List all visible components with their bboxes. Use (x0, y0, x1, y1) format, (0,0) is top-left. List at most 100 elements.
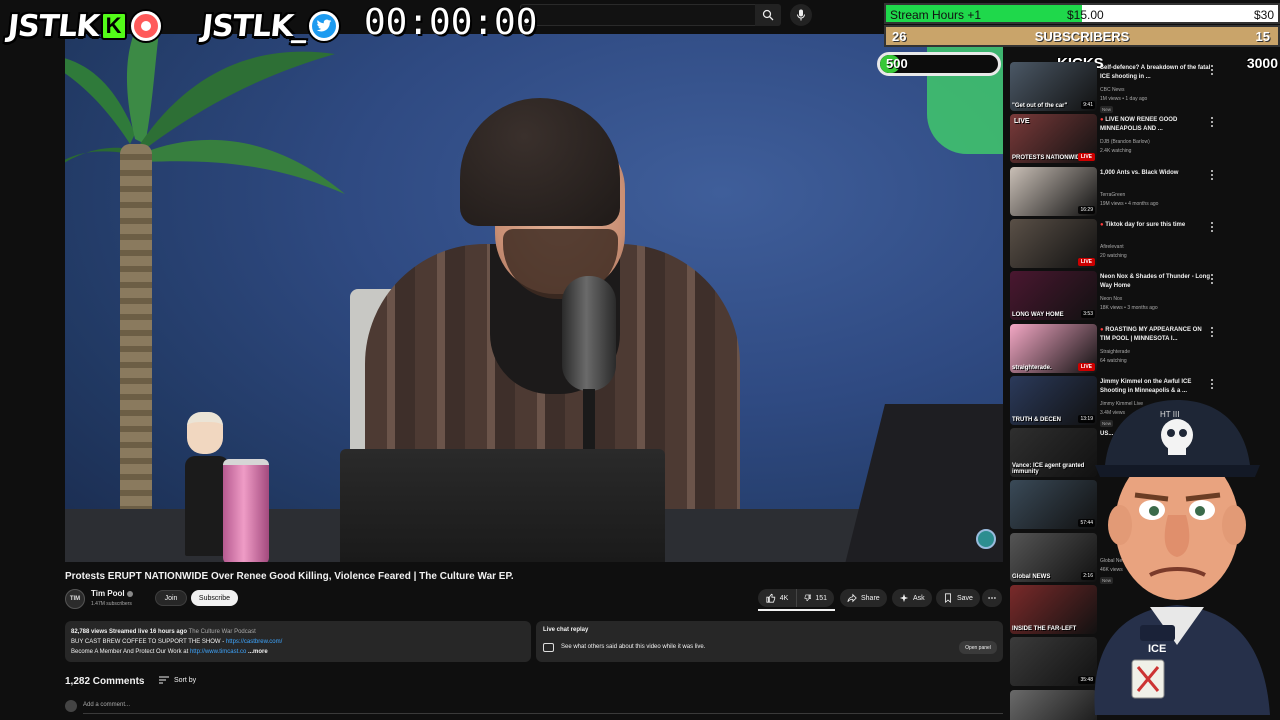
channel-name-text[interactable]: Tim Pool (91, 589, 125, 598)
thumbnail-caption: TRUTH & DECEN (1012, 417, 1061, 423)
more-options-icon[interactable] (1210, 274, 1214, 284)
like-count: 4K (779, 594, 789, 602)
video-player[interactable] (65, 34, 1003, 562)
channel-avatar[interactable]: TIM (65, 589, 85, 609)
thumbnail-caption: INSIDE THE FAR-LEFT (1012, 626, 1077, 632)
recommendation-title-line-1[interactable]: Tiktok day for sure this time (1105, 222, 1185, 228)
subscribe-button[interactable]: Subscribe (191, 590, 238, 606)
video-thumbnail[interactable]: LIVE (1010, 219, 1097, 268)
description-tag[interactable]: The Culture War Podcast (189, 629, 256, 635)
recommendation-title[interactable]: ● ROASTING MY APPEARANCE ON TIM POOL | M… (1100, 326, 1212, 344)
recommendation-item[interactable]: straighterade. LIVE ● ROASTING MY APPEARAN… (1010, 324, 1280, 374)
recommendation-meta: 1M views • 1 day ago (1100, 96, 1148, 102)
video-thumbnail[interactable]: "Get out of the car" 9:41 (1010, 62, 1097, 111)
search-input[interactable] (520, 4, 756, 26)
palm-leaves (65, 34, 345, 194)
bobblehead-figurine (185, 412, 229, 562)
timcast-link[interactable]: http://www.timcast.co (190, 649, 246, 655)
recommendation-item[interactable]: LIVE PROTESTS NATIONWIDE LIVE ● LIVE NOW RE… (1010, 114, 1280, 164)
video-thumbnail[interactable]: LIVE PROTESTS NATIONWIDE LIVE (1010, 114, 1097, 163)
recommendation-title-line-1[interactable]: ROASTING MY APPEARANCE (1105, 327, 1191, 333)
join-button[interactable]: Join (155, 590, 187, 606)
share-button[interactable]: Share (840, 589, 887, 607)
video-thumbnail[interactable]: LONG WAY HOME 3:53 (1010, 271, 1097, 320)
video-thumbnail[interactable]: 16:29 (1010, 167, 1097, 216)
recommendation-title-line-1[interactable]: 1,000 Ants vs. Black Widow (1100, 170, 1178, 176)
ask-label: Ask (913, 594, 925, 602)
recommendation-channel[interactable]: Afirelevant (1100, 244, 1124, 250)
description-stats: 82,788 views Streamed live 16 hours ago (71, 629, 188, 635)
chat-bubble-icon (543, 643, 554, 652)
channel-subscriber-count: 1.47M subscribers (91, 601, 132, 607)
recommendation-channel[interactable]: Straighterade (1100, 349, 1130, 355)
video-duration: 3:53 (1081, 310, 1095, 318)
recommendation-title[interactable]: Jimmy Kimmel on the Awful ICE Shooting i… (1100, 378, 1212, 396)
live-badge: LIVE (1077, 258, 1095, 266)
recommendation-title-line-1[interactable]: Neon Nox & Shades of Thunder (1100, 274, 1190, 280)
live-chat-replay-box: Live chat replay See what others said ab… (536, 621, 1003, 662)
recommendation-title[interactable]: ● Tiktok day for sure this time (1100, 221, 1212, 230)
more-actions-button[interactable] (982, 589, 1002, 607)
brand-left-text: JSTLK (6, 8, 101, 44)
recommendation-channel[interactable]: CBC News (1100, 87, 1124, 93)
channel-watermark[interactable] (976, 529, 996, 549)
description-box[interactable]: 82,788 views Streamed live 16 hours ago … (65, 621, 531, 662)
recommendation-title-line-2[interactable]: MINNEAPOLIS AND ... (1100, 126, 1163, 132)
more-options-icon[interactable] (1210, 170, 1214, 180)
recommendation-channel[interactable]: DJB (Brandon Barlow) (1100, 139, 1150, 145)
microphone-icon (797, 9, 805, 21)
recommendation-title[interactable]: Self-defence? A breakdown of the fatal I… (1100, 64, 1212, 82)
share-action: Share (840, 589, 887, 607)
recommendation-title-line-2[interactable]: Shooting in Minneapolis & a ... (1100, 388, 1187, 394)
stream-hours-goal-bar: Stream Hours +1 $15.00 $30 (884, 3, 1280, 24)
recommendation-title[interactable]: Neon Nox & Shades of Thunder - Long Way … (1100, 273, 1212, 291)
recommendation-item[interactable]: "Get out of the car" 9:41 Self-defence? A … (1010, 62, 1280, 113)
recommendation-item[interactable]: LONG WAY HOME 3:53 Neon Nox & Shades of Th… (1010, 271, 1280, 321)
kick-logo-icon: K (100, 12, 127, 40)
recommendation-item[interactable]: LIVE ● Tiktok day for sure this time Afir… (1010, 219, 1280, 269)
more-options-icon[interactable] (1210, 222, 1214, 232)
description-line-member: Become A Member And Protect Our Work at (71, 649, 190, 655)
like-button[interactable]: 4K (758, 589, 796, 607)
recommendation-title[interactable]: ● LIVE NOW RENEE GOOD MINNEAPOLIS AND ..… (1100, 116, 1212, 134)
sort-by-button[interactable]: Sort by (159, 676, 196, 684)
recommendation-channel[interactable]: TerraGreen (1100, 192, 1125, 198)
add-comment-input[interactable]: Add a comment... (83, 702, 130, 708)
live-badge: LIVE (1077, 153, 1095, 161)
castbrew-link[interactable]: https://castbrew.com/ (226, 639, 282, 645)
video-duration: 16:29 (1078, 206, 1095, 214)
save-button[interactable]: Save (936, 589, 980, 607)
thumbnail-caption: Global NEWS (1012, 574, 1051, 580)
more-options-icon[interactable] (1210, 117, 1214, 127)
voice-search-button[interactable] (790, 4, 812, 26)
stream-hours-max: $30 (1253, 8, 1274, 22)
open-panel-button[interactable]: Open panel (959, 641, 997, 654)
stream-hours-label: Stream Hours +1 (890, 8, 982, 22)
recommendation-item[interactable]: 16:29 1,000 Ants vs. Black Widow TerraGre… (1010, 167, 1280, 217)
subscribers-label: SUBSCRIBERS (1034, 29, 1130, 44)
more-options-icon[interactable] (1210, 327, 1214, 337)
recommendation-title-line-1[interactable]: LIVE NOW RENEE GOOD (1105, 117, 1177, 123)
ask-button[interactable]: Ask (892, 589, 932, 607)
more-options-icon[interactable] (1210, 65, 1214, 75)
search-button[interactable] (755, 4, 781, 26)
recommendation-channel[interactable]: Neon Nox (1100, 296, 1122, 302)
save-action: Save (936, 589, 980, 607)
recommendation-title-line-1[interactable]: Jimmy Kimmel on the Awful ICE (1100, 379, 1191, 385)
channel-name[interactable]: Tim Pool (91, 589, 133, 598)
video-thumbnail[interactable]: straighterade. LIVE (1010, 324, 1097, 373)
bookmark-icon (945, 593, 951, 603)
recommendation-title-line-1[interactable]: Self-defence? A breakdown of (1100, 65, 1186, 71)
brand-kick: JSTLK K (6, 6, 161, 46)
like-dislike-group: 4K 151 (758, 589, 834, 607)
dislike-button[interactable]: 151 (796, 589, 834, 607)
recommendation-meta: 19M views • 4 months ago (1100, 201, 1159, 207)
more-options-icon[interactable] (1210, 379, 1214, 389)
streamer-mascot-avatar: ICE HT III (1094, 400, 1270, 715)
description-more[interactable]: ...more (248, 649, 268, 655)
laptop-left (340, 449, 665, 562)
thumbs-down-icon (804, 594, 812, 602)
kicks-current: 500 (886, 56, 908, 71)
more-action (982, 589, 1002, 607)
recommendation-title[interactable]: 1,000 Ants vs. Black Widow (1100, 169, 1212, 178)
